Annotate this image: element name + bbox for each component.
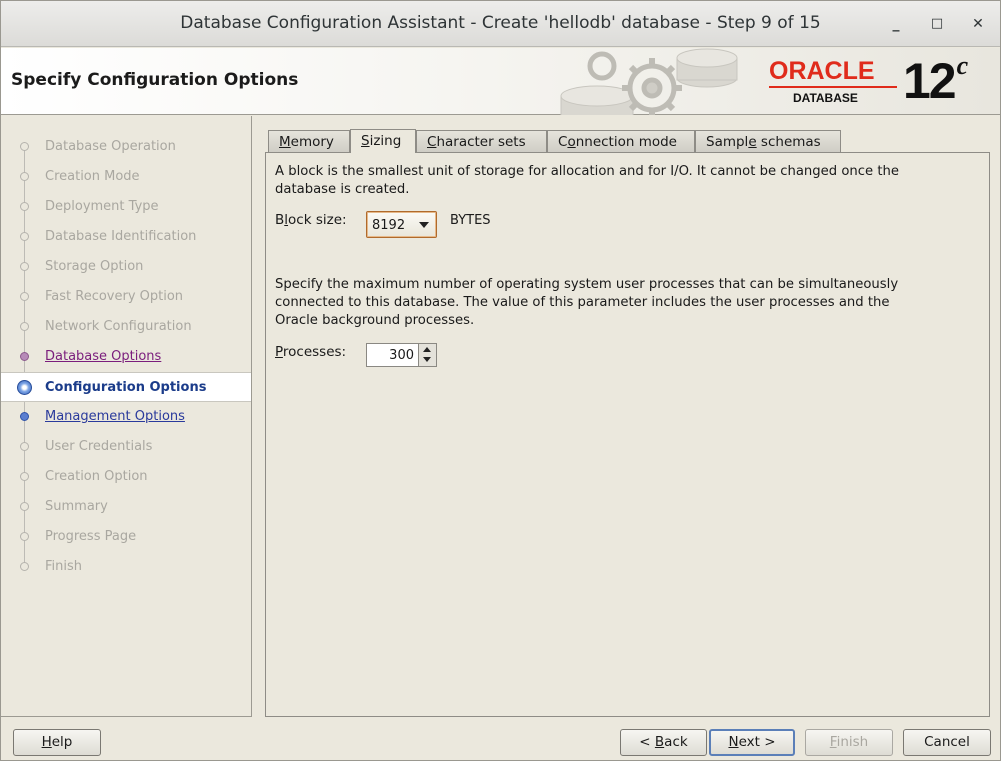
tab-sample-schemas[interactable]: Sample schemas (695, 130, 841, 152)
step-indicator-icon (20, 142, 29, 151)
version-suffix: c (956, 51, 968, 81)
step-indicator-icon (20, 202, 29, 211)
step-item: Database Identification (1, 222, 251, 252)
maximize-icon[interactable]: □ (926, 13, 948, 35)
proc-desc-line-3: Oracle background processes. (275, 313, 475, 328)
step-label: Database Identification (45, 229, 197, 244)
window-title: Database Configuration Assistant - Creat… (180, 13, 821, 33)
step-item: Summary (1, 492, 251, 522)
spinner-buttons (418, 344, 436, 366)
page-title: Specify Configuration Options (11, 70, 299, 90)
spinner-up-icon[interactable] (423, 347, 431, 352)
minimize-icon[interactable]: _ (885, 13, 907, 35)
tab-sizing[interactable]: Sizing (350, 129, 416, 153)
step-label: Network Configuration (45, 319, 192, 334)
step-label: Creation Option (45, 469, 148, 484)
step-indicator-icon (20, 172, 29, 181)
processes-description: Specify the maximum number of operating … (275, 276, 898, 330)
block-size-value: 8192 (372, 218, 406, 233)
block-desc-line-1: A block is the smallest unit of storage … (275, 164, 899, 179)
step-item: User Credentials (1, 432, 251, 462)
step-item: Finish (1, 552, 251, 582)
dropdown-arrow-icon (419, 222, 429, 228)
step-indicator-icon (20, 292, 29, 301)
step-indicator-icon (20, 472, 29, 481)
step-indicator-icon (20, 262, 29, 271)
next-button[interactable]: Next > (709, 729, 795, 756)
step-label: Database Options (45, 349, 162, 364)
sizing-tab-panel: A block is the smallest unit of storage … (265, 152, 990, 717)
step-label: Creation Mode (45, 169, 140, 184)
cancel-button[interactable]: Cancel (903, 729, 991, 756)
finish-button[interactable]: Finish (805, 729, 893, 756)
spinner-down-icon[interactable] (423, 357, 431, 362)
proc-desc-line-2: connected to this database. The value of… (275, 295, 890, 310)
step-item[interactable]: Configuration Options (1, 372, 251, 402)
tab-character-sets[interactable]: Character sets (416, 130, 547, 152)
oracle-wordmark: ORACLE (769, 57, 875, 85)
block-size-description: A block is the smallest unit of storage … (275, 163, 899, 199)
version-badge: 12c (903, 51, 968, 110)
step-indicator-icon (20, 232, 29, 241)
step-item: Progress Page (1, 522, 251, 552)
processes-spinner[interactable]: 300 (366, 343, 437, 367)
step-item: Fast Recovery Option (1, 282, 251, 312)
proc-desc-line-1: Specify the maximum number of operating … (275, 277, 899, 292)
step-label: Finish (45, 559, 83, 574)
step-indicator-icon (20, 442, 29, 451)
steps-panel: Database Operation Creation Mode Deploymen… (1, 116, 252, 717)
step-label: Fast Recovery Option (45, 289, 184, 304)
step-label: Management Options (45, 409, 185, 424)
block-desc-line-2: database is created. (275, 182, 410, 197)
step-indicator-icon (20, 532, 29, 541)
step-item[interactable]: Database Options (1, 342, 251, 372)
header-banner: Specify Configuration Options ORACLE DAT… (1, 48, 1000, 115)
block-size-unit: BYTES (450, 213, 491, 228)
step-item: Creation Mode (1, 162, 251, 192)
help-button[interactable]: Help (13, 729, 101, 756)
step-indicator-icon (20, 352, 29, 361)
step-item: Deployment Type (1, 192, 251, 222)
step-label: Progress Page (45, 529, 137, 544)
step-indicator-icon (20, 322, 29, 331)
step-item: Network Configuration (1, 312, 251, 342)
back-button[interactable]: < Back (620, 729, 707, 756)
processes-label: Processes: (275, 344, 347, 360)
tab-memory[interactable]: Memory (268, 130, 350, 152)
step-indicator-icon (17, 380, 32, 395)
step-label: Storage Option (45, 259, 144, 274)
title-bar: Database Configuration Assistant - Creat… (1, 1, 1000, 47)
step-label: Database Operation (45, 139, 176, 154)
oracle-logo: ORACLE DATABASE (769, 57, 897, 107)
step-label: Summary (45, 499, 108, 514)
processes-value: 300 (389, 348, 414, 363)
close-icon[interactable]: ✕ (967, 13, 989, 35)
step-indicator-icon (20, 502, 29, 511)
tab-connection-mode[interactable]: Connection mode (547, 130, 695, 152)
block-size-select[interactable]: 8192 (366, 211, 437, 238)
step-label: Deployment Type (45, 199, 159, 214)
step-label: User Credentials (45, 439, 153, 454)
step-item: Storage Option (1, 252, 251, 282)
dbca-window: Database Configuration Assistant - Creat… (0, 0, 1001, 761)
logo-rule (769, 86, 897, 88)
version-number: 12 (903, 53, 957, 109)
step-indicator-icon (20, 562, 29, 571)
step-item: Creation Option (1, 462, 251, 492)
oracle-database-label: DATABASE (793, 91, 858, 105)
block-size-label: Block size: (275, 212, 347, 228)
gears-graphic-icon (560, 48, 738, 115)
step-item: Database Operation (1, 132, 251, 162)
step-item[interactable]: Management Options (1, 402, 251, 432)
step-indicator-icon (20, 412, 29, 421)
step-label: Configuration Options (45, 380, 207, 395)
